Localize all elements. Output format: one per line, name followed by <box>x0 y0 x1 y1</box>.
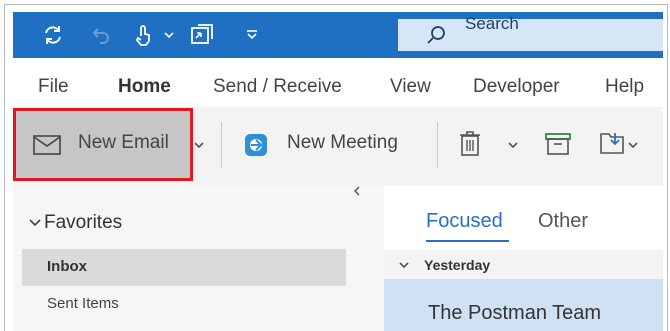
move-dropdown-icon[interactable] <box>628 140 638 150</box>
new-meeting-icon <box>244 133 268 157</box>
tab-view[interactable]: View <box>390 76 431 98</box>
envelope-icon <box>33 135 61 155</box>
chevron-down-icon <box>398 262 410 270</box>
sync-icon[interactable] <box>39 12 67 58</box>
message-sender: The Postman Team <box>428 302 602 324</box>
folder-item-sent-items[interactable]: Sent Items <box>47 295 119 312</box>
title-bar <box>13 12 663 58</box>
folder-switch-icon[interactable] <box>187 12 217 58</box>
delete-icon[interactable] <box>458 131 482 157</box>
new-email-dropdown-icon[interactable] <box>193 140 205 150</box>
touch-mode-icon[interactable] <box>130 12 156 58</box>
tab-send-receive[interactable]: Send / Receive <box>213 76 342 98</box>
tab-focused[interactable]: Focused <box>426 210 503 233</box>
search-icon <box>423 12 449 58</box>
tab-help[interactable]: Help <box>605 76 644 98</box>
move-icon[interactable] <box>600 131 626 155</box>
ribbon-separator <box>221 122 222 168</box>
undo-icon[interactable] <box>89 12 115 58</box>
archive-icon[interactable] <box>545 133 571 155</box>
group-header-label: Yesterday <box>424 257 491 273</box>
tab-home[interactable]: Home <box>118 76 171 98</box>
search-placeholder: Search <box>465 14 519 33</box>
customize-toolbar-icon[interactable] <box>241 12 263 58</box>
active-tab-indicator <box>426 240 509 242</box>
delete-dropdown-icon[interactable] <box>507 140 519 150</box>
tab-developer[interactable]: Developer <box>473 76 560 98</box>
favorites-header[interactable]: Favorites <box>44 212 122 234</box>
new-email-label: New Email <box>78 132 169 153</box>
tab-file[interactable]: File <box>38 76 69 98</box>
new-meeting-button[interactable]: New Meeting <box>287 132 398 154</box>
folder-label-inbox: Inbox <box>47 258 87 275</box>
ribbon-separator <box>437 122 438 168</box>
tab-other[interactable]: Other <box>538 210 588 233</box>
collapse-pane-icon[interactable] <box>352 185 362 197</box>
chevron-down-icon[interactable] <box>28 218 42 228</box>
dropdown-caret-icon[interactable] <box>161 12 177 58</box>
